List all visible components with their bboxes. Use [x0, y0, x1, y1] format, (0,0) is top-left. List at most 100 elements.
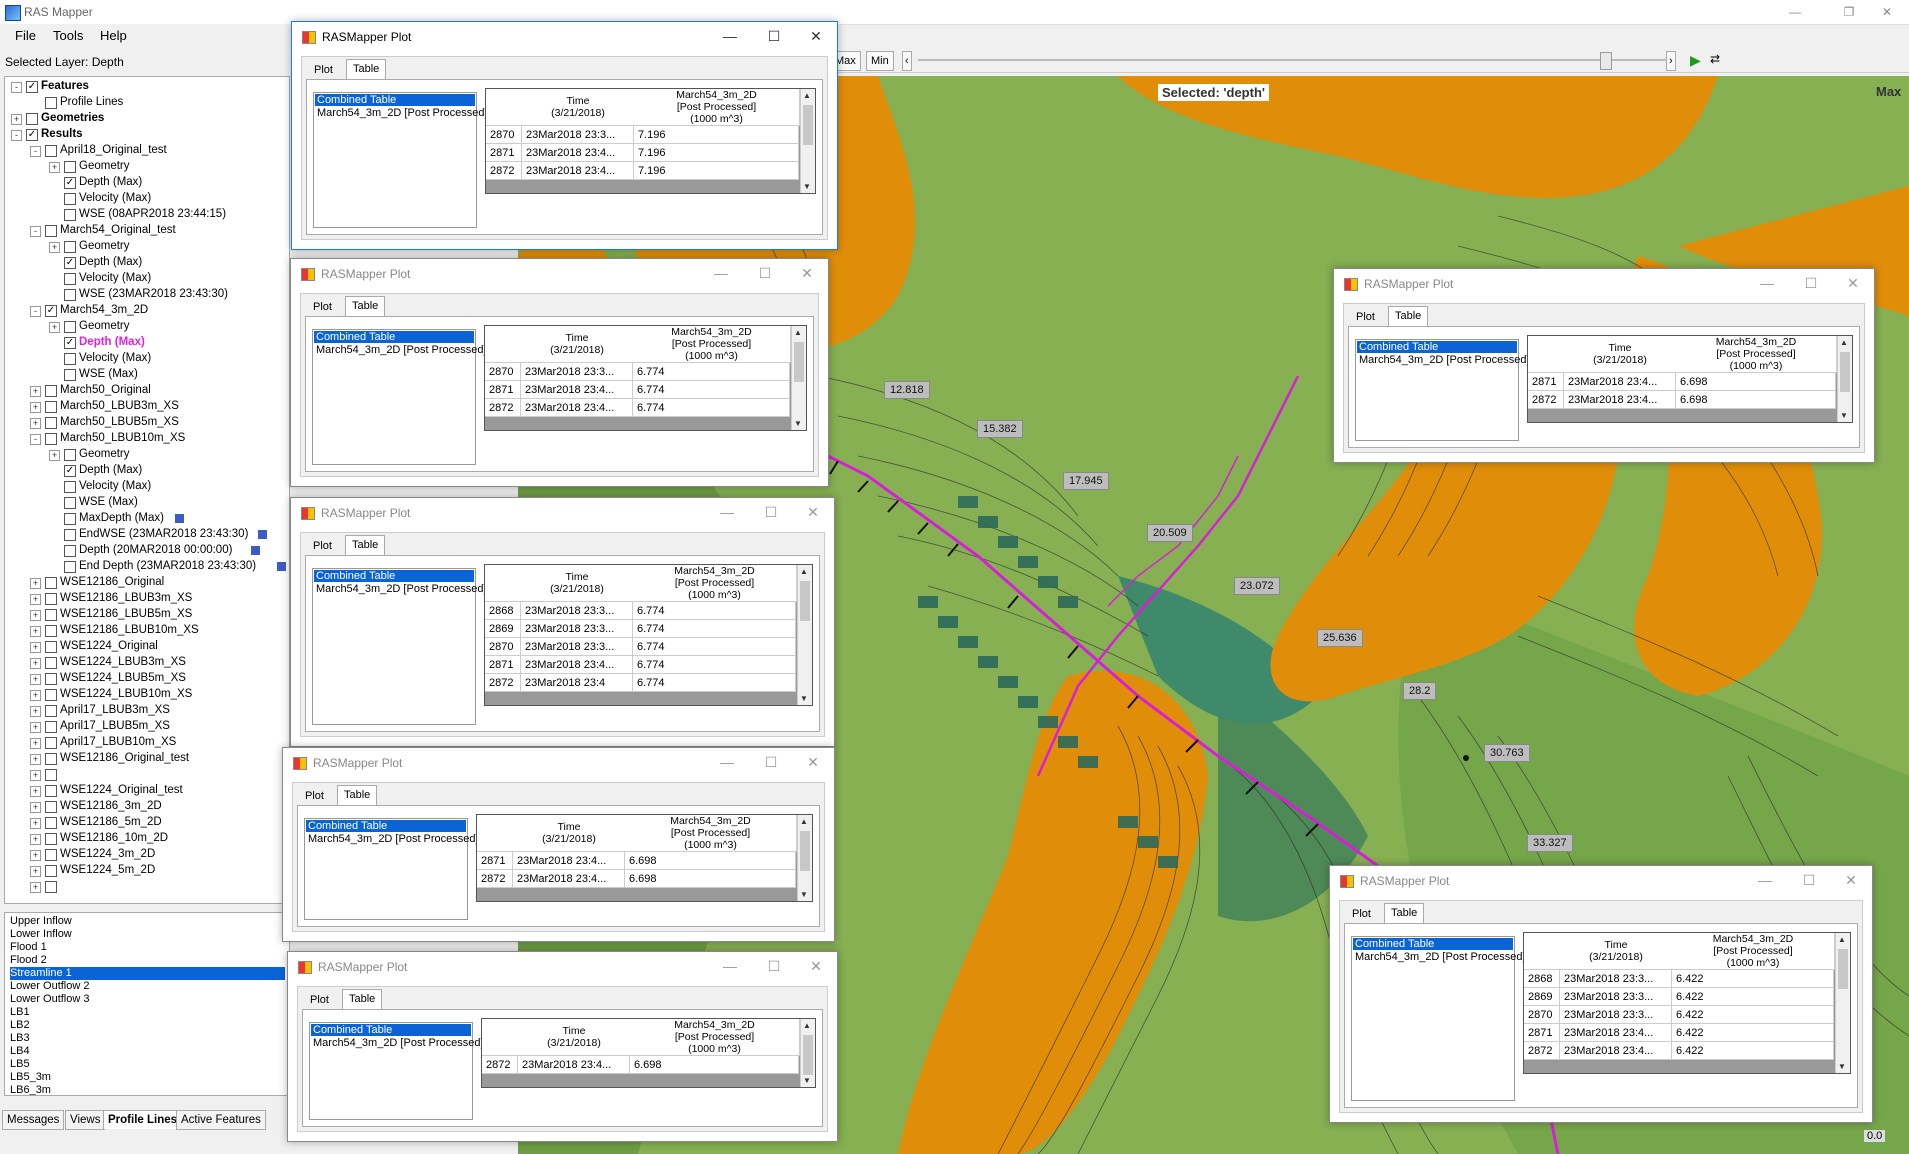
plot-window-titlebar[interactable]: RASMapper Plot — ☐ ✕ [292, 22, 837, 52]
time-cell[interactable]: 23Mar2018 23:4... [1564, 373, 1676, 391]
minimize-icon[interactable]: — [716, 752, 738, 772]
col-header-value[interactable]: March54_3m_2D [Post Processed] (1000 m^3) [1676, 336, 1837, 373]
expand-icon[interactable]: + [30, 626, 41, 637]
row-index-cell[interactable]: 2872 [482, 1056, 518, 1074]
plot-window[interactable]: RASMapper Plot — ☐ ✕ Plot Table Combined Table… [1333, 268, 1875, 463]
layer-checkbox[interactable] [64, 481, 76, 493]
row-index-cell[interactable]: 2872 [485, 399, 521, 417]
profile-lines-list[interactable]: Upper Inflow Lower Inflow Flood 1 Flood 2 St… [4, 912, 290, 1096]
maximize-icon[interactable]: ☐ [763, 956, 785, 976]
tab-profile-lines[interactable]: Profile Lines [103, 1110, 183, 1129]
row-index-cell[interactable]: 2868 [485, 602, 521, 620]
row-index-cell[interactable]: 2869 [1524, 988, 1560, 1006]
minimize-icon[interactable]: — [716, 502, 738, 522]
layer-checkbox[interactable] [64, 369, 76, 381]
time-cell[interactable]: 23Mar2018 23:3... [521, 363, 633, 381]
layer-checkbox[interactable] [64, 289, 76, 301]
plot-window-titlebar[interactable]: RASMapper Plot — ☐ ✕ [288, 952, 837, 982]
combined-table-item[interactable]: Combined Table [315, 94, 475, 106]
collapse-icon[interactable]: - [11, 130, 22, 141]
layer-checkbox[interactable] [64, 209, 76, 221]
expand-icon[interactable]: + [30, 754, 41, 765]
scroll-up-icon[interactable]: ▲ [800, 817, 808, 826]
profile-line-item[interactable]: LB5_3m [10, 1071, 285, 1084]
maximize-icon[interactable]: ☐ [763, 26, 785, 46]
row-index-cell[interactable]: 2868 [1524, 970, 1560, 988]
profile-line-item[interactable]: LB6_3m [10, 1084, 285, 1095]
table-source-list[interactable]: Combined Table March54_3m_2D [Post Proces… [313, 92, 488, 228]
source-table-item[interactable]: March54_3m_2D [Post Processed] [314, 583, 487, 595]
layer-checkbox[interactable] [45, 401, 57, 413]
time-cell[interactable]: 23Mar2018 23:3... [1560, 988, 1672, 1006]
time-cell[interactable]: 23Mar2018 23:4... [522, 144, 634, 162]
grid-scrollbar[interactable]: ▲ ▼ [1835, 933, 1850, 1073]
plot-window-titlebar[interactable]: RASMapper Plot — ☐ ✕ [291, 498, 834, 528]
minimize-icon[interactable]: — [1754, 870, 1776, 890]
col-header-index[interactable] [1524, 933, 1561, 970]
data-grid[interactable]: Time (3/21/2018) March54_3m_2D [Post Proces… [484, 325, 807, 431]
scroll-down-icon[interactable]: ▼ [1840, 411, 1848, 420]
close-icon[interactable]: ✕ [796, 263, 818, 283]
minimize-icon[interactable]: — [1756, 273, 1778, 293]
layer-checkbox[interactable]: ✓ [64, 465, 76, 477]
row-index-cell[interactable]: 2871 [485, 381, 521, 399]
data-grid[interactable]: Time (3/21/2018) March54_3m_2D [Post Proces… [485, 88, 816, 194]
plot-window-titlebar[interactable]: RASMapper Plot — ☐ ✕ [1334, 269, 1874, 299]
expand-icon[interactable]: + [30, 786, 41, 797]
minimize-icon[interactable]: — [1780, 2, 1810, 22]
profile-line-item[interactable]: Lower Outflow 2 [10, 980, 285, 993]
time-cell[interactable]: 23Mar2018 23:4 [521, 674, 633, 692]
collapse-icon[interactable]: - [30, 434, 41, 445]
close-icon[interactable]: ✕ [802, 502, 824, 522]
grid-scrollbar[interactable]: ▲ ▼ [800, 89, 815, 193]
layer-checkbox[interactable] [64, 273, 76, 285]
time-cell[interactable]: 23Mar2018 23:4... [513, 852, 625, 870]
layer-checkbox[interactable]: ✓ [26, 129, 38, 141]
scroll-thumb[interactable] [794, 342, 804, 382]
value-cell[interactable]: 6.774 [633, 674, 796, 692]
layer-checkbox[interactable] [45, 721, 57, 733]
tab-plot[interactable]: Plot [1350, 308, 1381, 326]
time-slider-thumb[interactable] [1600, 52, 1612, 70]
tab-plot[interactable]: Plot [308, 61, 339, 79]
layer-checkbox[interactable] [45, 417, 57, 429]
layer-checkbox[interactable] [64, 561, 76, 573]
scroll-down-icon[interactable]: ▼ [803, 182, 811, 191]
profile-line-item[interactable]: LB4 [10, 1045, 285, 1058]
value-cell[interactable]: 6.698 [625, 852, 796, 870]
tab-table[interactable]: Table [337, 785, 378, 806]
scroll-thumb[interactable] [1838, 949, 1848, 989]
scroll-thumb[interactable] [800, 581, 810, 621]
table-source-list[interactable]: Combined Table March54_3m_2D [Post Proces… [312, 329, 487, 465]
tab-table[interactable]: Table [346, 59, 387, 80]
plot-window[interactable]: RASMapper Plot — ☐ ✕ Plot Table Combined Table… [290, 497, 835, 747]
close-icon[interactable]: ✕ [805, 26, 827, 46]
layer-checkbox[interactable] [64, 545, 76, 557]
expand-icon[interactable]: + [49, 450, 60, 461]
col-header-index[interactable] [477, 815, 514, 852]
layer-checkbox[interactable] [64, 321, 76, 333]
col-header-value[interactable]: March54_3m_2D [Post Processed] (1000 m^3) [634, 89, 800, 126]
menu-file[interactable]: File [15, 28, 36, 43]
grid-scrollbar[interactable]: ▲ ▼ [797, 565, 812, 705]
profile-line-item[interactable]: LB5 [10, 1058, 285, 1071]
minimize-icon[interactable]: — [710, 263, 732, 283]
expand-icon[interactable]: + [30, 658, 41, 669]
value-cell[interactable]: 6.422 [1672, 1024, 1834, 1042]
expand-icon[interactable]: + [30, 402, 41, 413]
profile-line-item[interactable]: Flood 1 [10, 941, 285, 954]
tab-table[interactable]: Table [345, 296, 386, 317]
col-header-index[interactable] [482, 1019, 519, 1056]
expand-icon[interactable]: + [30, 770, 41, 781]
expand-icon[interactable]: + [30, 642, 41, 653]
tab-plot[interactable]: Plot [307, 298, 338, 316]
maximize-icon[interactable]: ☐ [760, 752, 782, 772]
plot-window-titlebar[interactable]: RASMapper Plot — ☐ ✕ [283, 748, 834, 778]
grid-scrollbar[interactable]: ▲ ▼ [1837, 336, 1852, 422]
profile-line-item[interactable]: Streamline 1 [10, 967, 285, 980]
source-table-item[interactable]: March54_3m_2D [Post Processed] [1357, 354, 1530, 366]
scroll-up-icon[interactable]: ▲ [1838, 935, 1846, 944]
layer-checkbox[interactable] [64, 497, 76, 509]
layer-checkbox[interactable]: ✓ [45, 305, 57, 317]
table-source-list[interactable]: Combined Table March54_3m_2D [Post Proces… [309, 1022, 484, 1120]
